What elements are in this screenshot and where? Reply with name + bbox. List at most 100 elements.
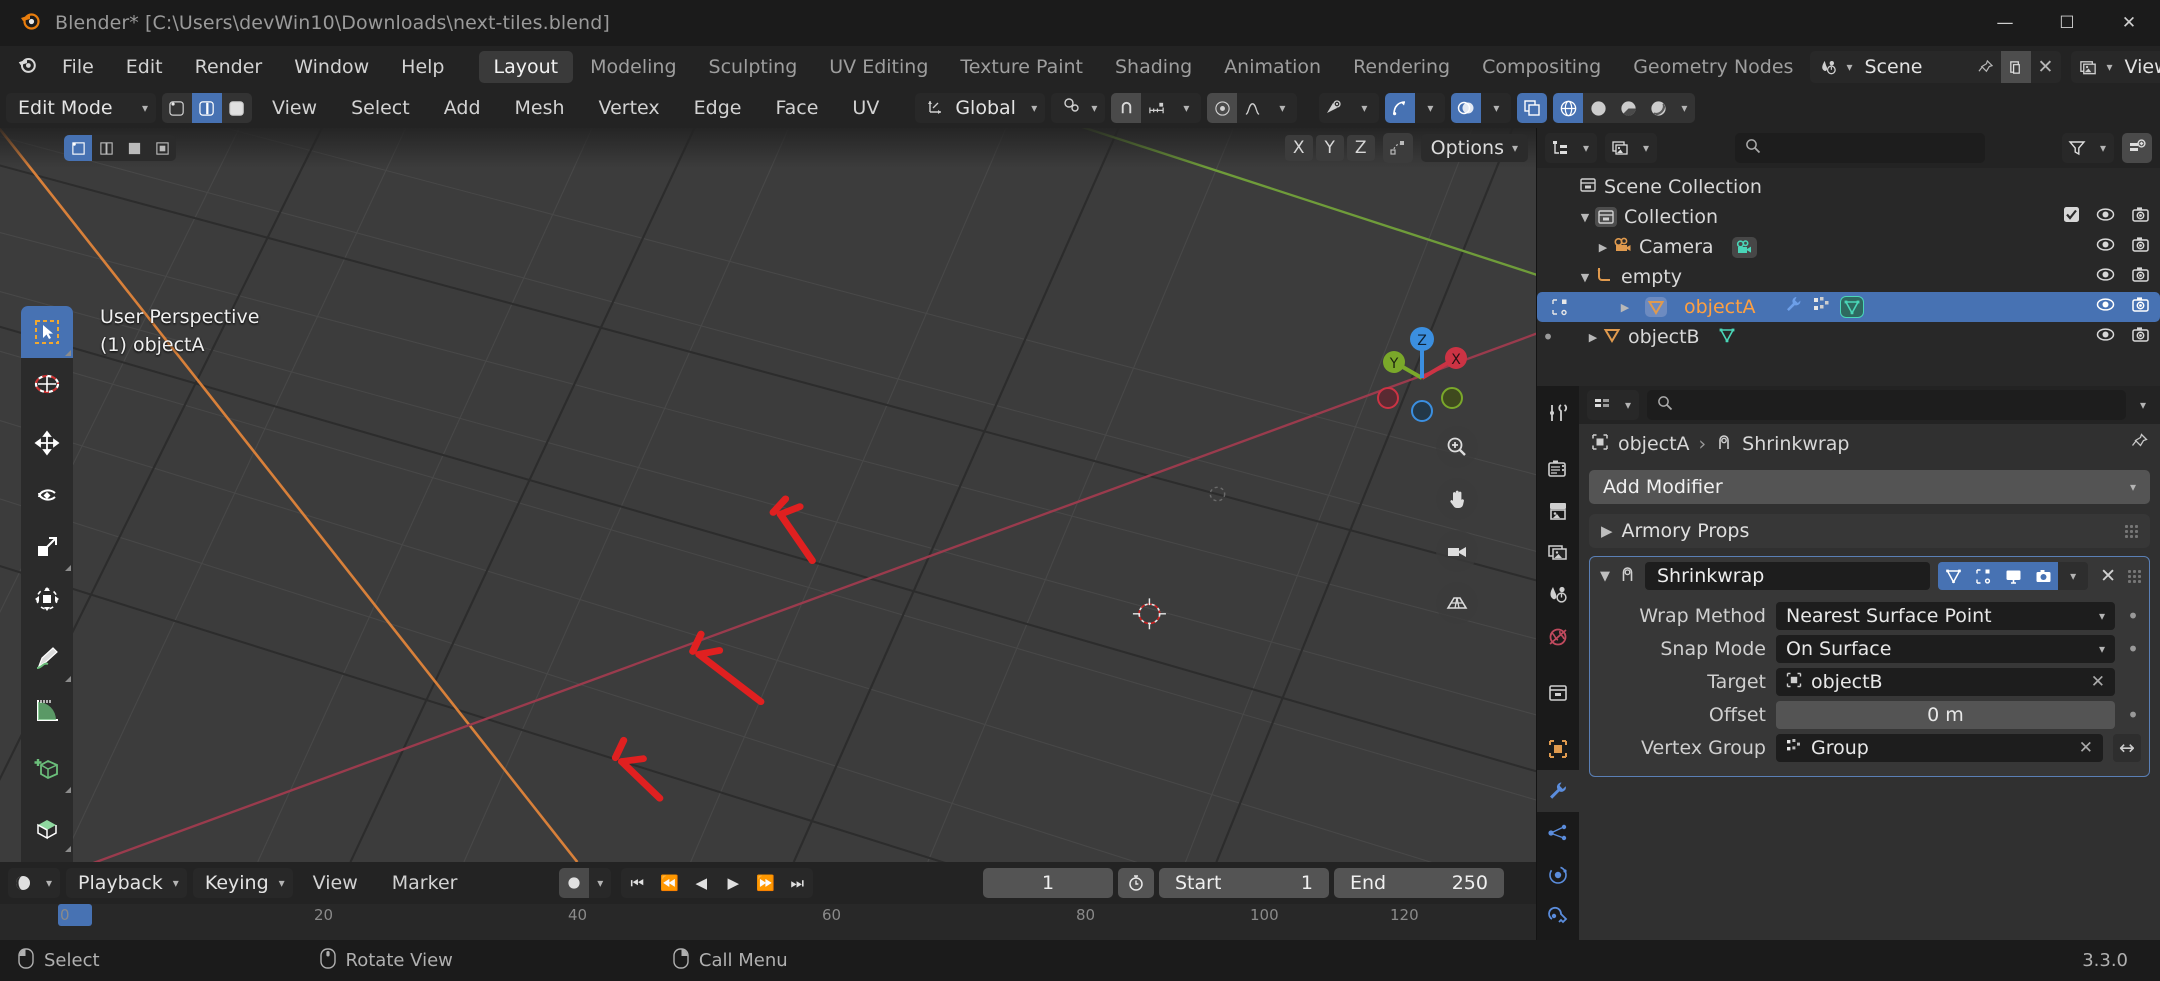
navigation-gizmo[interactable]: X Y Z [1364, 306, 1480, 422]
eye-icon[interactable] [2096, 295, 2115, 319]
timeline-menu-marker[interactable]: Marker [378, 868, 472, 898]
outliner-row-objectb[interactable]: • ▶ objectB [1537, 322, 2160, 352]
outliner-search-field[interactable] [1734, 133, 1985, 163]
disclosure-triangle[interactable]: ▶ [1593, 241, 1613, 254]
add-cube-tool-button[interactable] [21, 743, 73, 795]
viewport-options-button[interactable]: Options ▾ [1420, 134, 1528, 162]
checkbox-icon[interactable] [2063, 206, 2080, 228]
next-keyframe-button[interactable]: ⏩ [749, 868, 781, 898]
animate-property-dot[interactable]: • [2125, 703, 2141, 727]
delete-modifier-button[interactable]: ✕ [2096, 565, 2120, 587]
workspace-tab-texture-paint[interactable]: Texture Paint [945, 51, 1098, 83]
search-input[interactable] [1767, 137, 1975, 159]
3d-viewport[interactable]: X Y Z Options ▾ User Perspective (1) obj… [0, 128, 1536, 862]
workspace-tab-shading[interactable]: Shading [1100, 51, 1207, 83]
transform-orientation-selector[interactable]: Global ▾ [915, 93, 1046, 123]
play-reverse-button[interactable]: ◀ [685, 868, 717, 898]
keying-menu[interactable]: Keying ▾ [192, 868, 293, 898]
inset-faces-tool-button[interactable] [21, 854, 73, 862]
target-object-field[interactable]: objectB ✕ [1776, 667, 2115, 696]
pin-id-icon[interactable] [2131, 433, 2148, 455]
viewlayer-tab[interactable] [1537, 532, 1579, 574]
show-gizmo-toggle[interactable] [1385, 93, 1416, 123]
workspace-tab-uv-editing[interactable]: UV Editing [814, 51, 943, 83]
falloff-chevron-down-icon[interactable]: ▾ [1267, 93, 1298, 123]
filter-chevron-down-icon[interactable]: ▾ [2092, 133, 2114, 163]
panel-drag-handle[interactable] [2125, 524, 2138, 538]
vertex-group-icon[interactable] [1812, 295, 1831, 319]
viewport-menu-uv[interactable]: UV [838, 88, 893, 128]
correct-face-attributes-icon[interactable] [1382, 133, 1413, 163]
rendered-shading-button[interactable] [1643, 93, 1674, 123]
workspace-tab-compositing[interactable]: Compositing [1467, 51, 1616, 83]
chevron-down-icon[interactable]: ▼ [1600, 569, 1610, 584]
workspace-tab-layout[interactable]: Layout [478, 51, 574, 83]
pin-scene-icon[interactable] [1971, 51, 2001, 83]
disclosure-triangle[interactable]: ▶ [1615, 301, 1635, 314]
maximize-button[interactable]: ☐ [2036, 0, 2098, 46]
axis-lock-y[interactable]: Y [1315, 135, 1344, 161]
minimize-button[interactable]: — [1974, 0, 2036, 46]
eye-icon[interactable] [2096, 325, 2115, 349]
move-tool-button[interactable] [21, 417, 73, 469]
current-frame-field[interactable]: 1 [982, 868, 1113, 898]
workspace-tab-geometry-nodes[interactable]: Geometry Nodes [1618, 51, 1808, 83]
outliner-filter-controls[interactable]: ▾ [2062, 133, 2114, 163]
camera-restrict-icon[interactable] [2131, 265, 2150, 289]
jump-to-end-button[interactable]: ⏭ [781, 868, 813, 898]
start-frame-field[interactable]: Start 1 [1158, 868, 1329, 898]
end-frame-field[interactable]: End 250 [1333, 868, 1504, 898]
uv-edge-mode[interactable] [92, 135, 120, 161]
use-preview-range-icon[interactable] [1117, 868, 1154, 898]
display-mode-chevron-down-icon[interactable]: ▾ [1635, 133, 1657, 163]
viewport-menu-edge[interactable]: Edge [680, 88, 756, 128]
vertex-group-field[interactable]: Group ✕ [1776, 733, 2103, 762]
outliner-row-objecta[interactable]: ▶ objectA [1537, 292, 2160, 322]
outliner-row-scene-collection[interactable]: Scene Collection [1537, 172, 2160, 202]
new-collection-icon[interactable] [2122, 133, 2152, 163]
workspace-tab-modeling[interactable]: Modeling [575, 51, 691, 83]
viewport-menu-face[interactable]: Face [761, 88, 832, 128]
jump-to-start-button[interactable]: ⏮ [621, 868, 653, 898]
mode-selector[interactable]: Edit Mode ▾ [6, 93, 156, 123]
viewlayer-selector[interactable]: ▾ ViewLayer ✕ [2070, 51, 2160, 83]
animate-property-dot[interactable]: • [2125, 604, 2141, 628]
rotate-tool-button[interactable] [21, 469, 73, 521]
camera-restrict-icon[interactable] [2131, 235, 2150, 259]
mesh-data-icon[interactable] [1839, 296, 1864, 318]
workspace-tab-animation[interactable]: Animation [1209, 51, 1336, 83]
visibility-chevron-down-icon[interactable]: ▾ [1349, 93, 1380, 123]
invert-vertex-group-button[interactable]: ↔ [2113, 733, 2141, 762]
add-modifier-button[interactable]: Add Modifier ▾ [1589, 470, 2150, 504]
camera-view-icon[interactable] [1436, 530, 1478, 572]
overlay-chevron-down-icon[interactable]: ▾ [1481, 93, 1512, 123]
wrench-icon[interactable] [1784, 295, 1803, 319]
animate-property-dot[interactable]: • [2125, 637, 2141, 661]
playback-menu[interactable]: Playback ▾ [66, 868, 187, 898]
play-button[interactable]: ▶ [717, 868, 749, 898]
output-tab[interactable] [1537, 490, 1579, 532]
menu-window[interactable]: Window [278, 46, 385, 88]
properties-search-field[interactable] [1647, 390, 2126, 420]
properties-type-chevron-down-icon[interactable]: ▾ [1617, 390, 1639, 420]
properties-options-chevron-down-icon[interactable]: ▾ [2134, 398, 2152, 412]
timeline-ruler[interactable]: 0 20 40 60 80 100 120 [0, 904, 1536, 940]
gizmo-chevron-down-icon[interactable]: ▾ [1415, 93, 1446, 123]
cursor-tool-button[interactable] [21, 358, 73, 410]
camera-data-icon[interactable] [1731, 236, 1757, 258]
material-preview-button[interactable] [1613, 93, 1644, 123]
mesh-data-icon[interactable] [1718, 326, 1736, 349]
camera-restrict-icon[interactable] [2131, 205, 2150, 229]
falloff-curve-icon[interactable] [1237, 93, 1268, 123]
menu-edit[interactable]: Edit [110, 46, 179, 88]
viewport-menu-view[interactable]: View [258, 88, 331, 128]
constraints-tab[interactable] [1537, 896, 1579, 938]
uv-vertex-mode[interactable] [64, 135, 92, 161]
properties-editor-type-selector[interactable]: ▾ [1587, 390, 1639, 420]
edge-select-mode-button[interactable] [192, 93, 222, 123]
eye-icon[interactable] [2096, 265, 2115, 289]
scene-selector[interactable]: ▾ Scene ✕ [1810, 51, 2061, 83]
disclosure-triangle[interactable]: ▼ [1575, 211, 1595, 224]
camera-restrict-icon[interactable] [2131, 295, 2150, 319]
particles-tab[interactable] [1537, 812, 1579, 854]
